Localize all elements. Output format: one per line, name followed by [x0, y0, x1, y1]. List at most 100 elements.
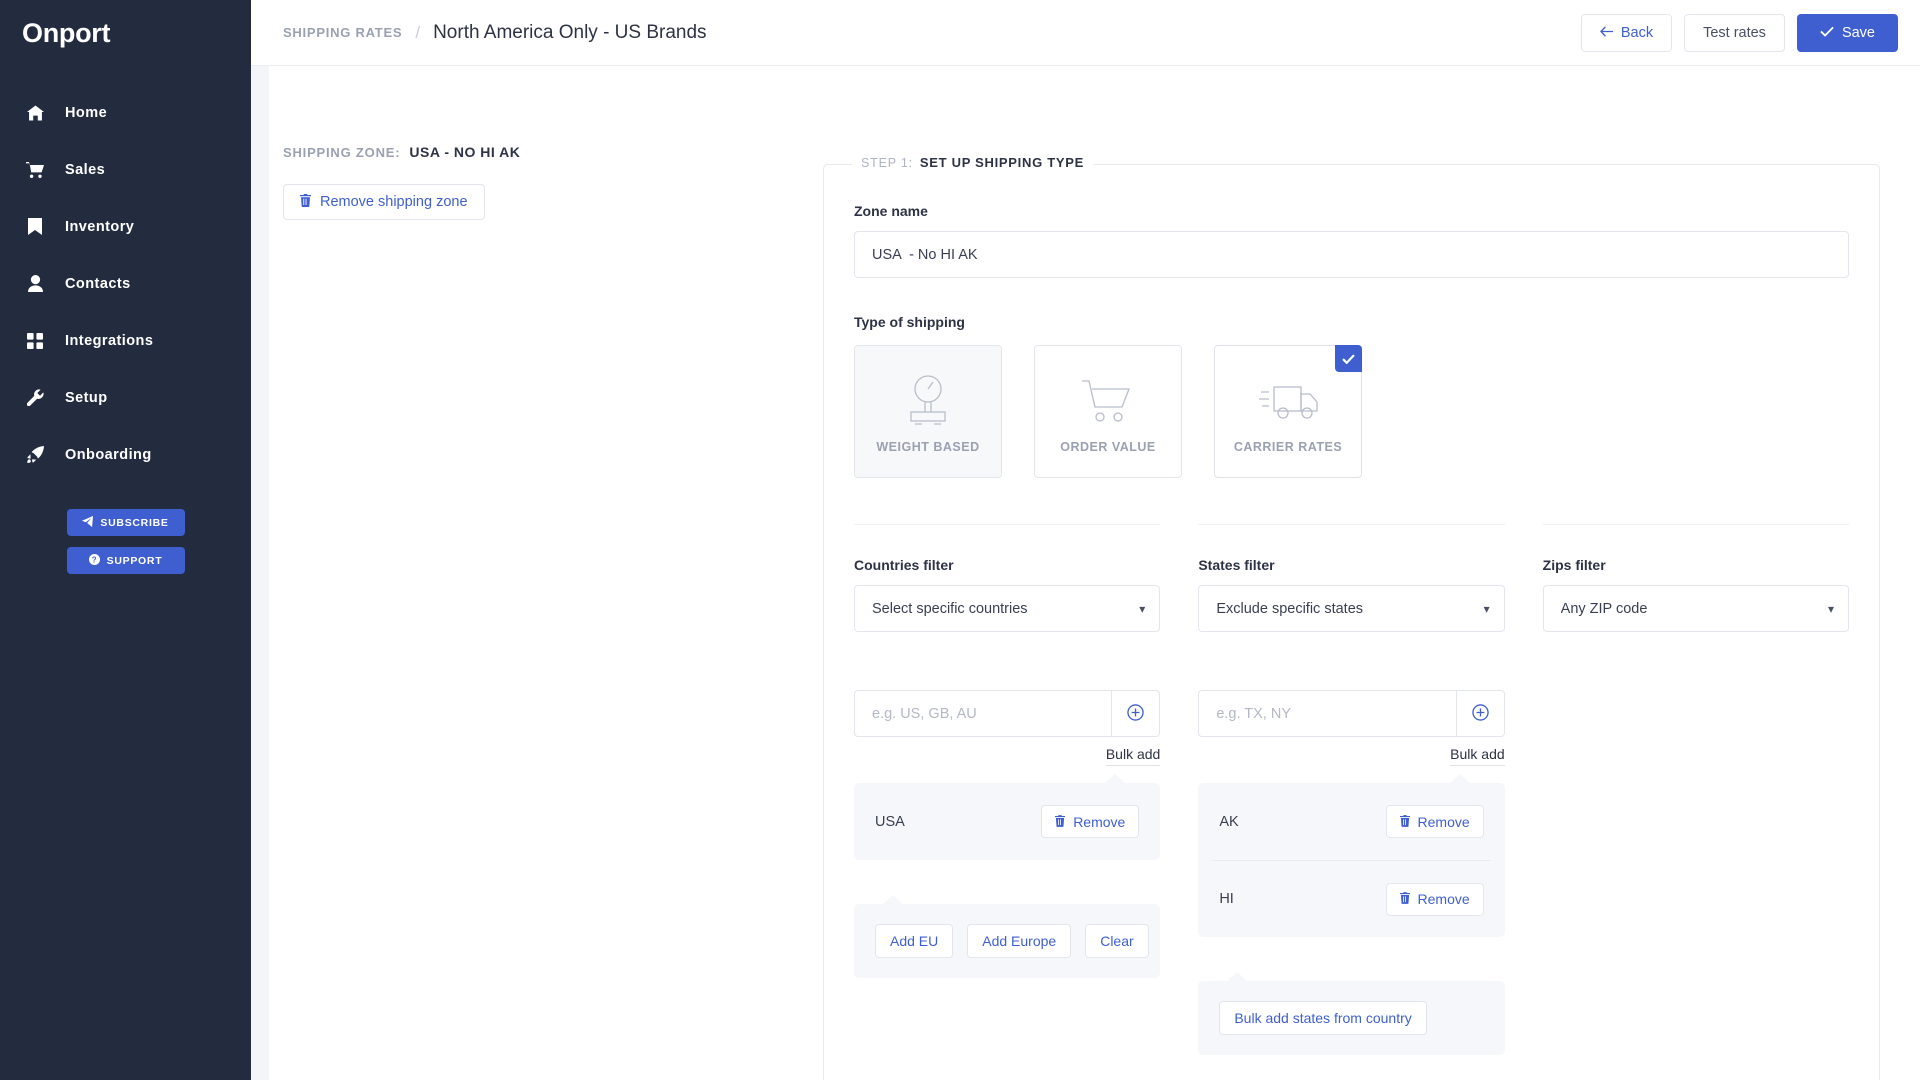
- selected-check-icon: [1335, 345, 1362, 372]
- shipping-type-label: WEIGHT BASED: [876, 440, 980, 454]
- state-add-row: [1198, 690, 1505, 737]
- sidebar-item-contacts[interactable]: Contacts: [0, 255, 251, 312]
- divider: [1542, 524, 1849, 525]
- zips-filter-label: Zips filter: [1542, 557, 1606, 573]
- bookmark-icon: [24, 217, 46, 237]
- list-item: USA Remove: [868, 783, 1146, 860]
- zips-filter-select[interactable]: Any ZIP code: [1542, 585, 1849, 632]
- breadcrumb-root[interactable]: SHIPPING RATES: [283, 25, 402, 40]
- home-icon: [24, 103, 46, 123]
- scale-icon: [902, 368, 954, 434]
- trash-icon: [1055, 814, 1066, 830]
- subscribe-label: SUBSCRIBE: [100, 516, 169, 529]
- truck-icon: [1257, 368, 1319, 434]
- plus-circle-icon: [1127, 703, 1145, 724]
- person-icon: [24, 274, 46, 294]
- breadcrumb-separator: /: [415, 22, 421, 42]
- sidebar-item-label: Setup: [65, 389, 108, 406]
- arrow-left-icon: [1599, 25, 1613, 41]
- zone-name-label: Zone name: [854, 203, 928, 219]
- countries-filter-column: Countries filter Select specific countri…: [854, 524, 1161, 1055]
- type-of-shipping-label: Type of shipping: [854, 314, 965, 330]
- page-title: North America Only - US Brands: [433, 21, 707, 43]
- list-item: HI Remove: [1212, 860, 1491, 937]
- state-code-input[interactable]: [1198, 690, 1456, 737]
- sidebar-item-setup[interactable]: Setup: [0, 369, 251, 426]
- remove-state-button[interactable]: Remove: [1385, 882, 1484, 916]
- support-button[interactable]: ? SUPPORT: [66, 547, 185, 574]
- rocket-icon: [24, 445, 46, 465]
- zone-name-field-group: Zone name: [854, 203, 1849, 278]
- states-action-buttons: Bulk add states from country: [1212, 981, 1490, 1055]
- trash-icon: [1399, 891, 1410, 907]
- back-button[interactable]: Back: [1580, 13, 1673, 52]
- states-list-panel: AK Remove HI Remove: [1198, 774, 1505, 937]
- country-code-input[interactable]: [854, 690, 1112, 737]
- remove-label: Remove: [1417, 813, 1470, 830]
- sidebar-item-label: Integrations: [65, 332, 154, 349]
- state-name: HI: [1219, 891, 1234, 907]
- remove-state-button[interactable]: Remove: [1385, 805, 1484, 838]
- clear-countries-button[interactable]: Clear: [1085, 924, 1149, 958]
- shipping-type-order-value[interactable]: ORDER VALUE: [1034, 345, 1182, 478]
- grid-icon: [24, 331, 46, 351]
- sidebar-item-label: Contacts: [65, 275, 131, 292]
- remove-country-button[interactable]: Remove: [1041, 805, 1140, 838]
- countries-filter-select[interactable]: Select specific countries: [854, 585, 1161, 632]
- add-country-button[interactable]: [1111, 690, 1161, 737]
- sidebar-actions: SUBSCRIBE ? SUPPORT: [0, 509, 251, 574]
- countries-bulk-add-link[interactable]: Bulk add: [1105, 746, 1161, 766]
- trash-icon: [300, 193, 311, 211]
- remove-shipping-zone-button[interactable]: Remove shipping zone: [283, 184, 485, 220]
- shipping-type-carrier-rates[interactable]: CARRIER RATES: [1214, 345, 1362, 478]
- app-root: Onport Home Sales Inventory Contacts Int…: [0, 0, 1920, 1080]
- sidebar-item-inventory[interactable]: Inventory: [0, 198, 251, 255]
- add-europe-button[interactable]: Add Europe: [967, 924, 1072, 958]
- countries-action-buttons: Add EU Add Europe Clear: [868, 904, 1149, 978]
- states-bulk-add-link[interactable]: Bulk add: [1450, 746, 1505, 766]
- zone-name-input[interactable]: [854, 231, 1849, 278]
- shipping-zone-value: USA - NO HI AK: [409, 144, 521, 160]
- sidebar-nav: Home Sales Inventory Contacts Integratio…: [0, 84, 251, 483]
- list-item: AK Remove: [1212, 783, 1490, 860]
- states-filter-select-wrap: Exclude specific states ▾: [1198, 585, 1505, 632]
- bulk-add-states-from-country-button[interactable]: Bulk add states from country: [1219, 1001, 1427, 1035]
- step-number: STEP 1:: [861, 156, 913, 170]
- add-eu-button[interactable]: Add EU: [875, 924, 954, 958]
- check-icon: [1820, 25, 1834, 41]
- states-filter-label: States filter: [1198, 557, 1275, 573]
- test-rates-button[interactable]: Test rates: [1684, 13, 1785, 52]
- shipping-zone-line: SHIPPING ZONE: USA - NO HI AK: [283, 144, 823, 160]
- zone-summary-column: SHIPPING ZONE: USA - NO HI AK Remove shi…: [251, 66, 823, 1080]
- sidebar-item-home[interactable]: Home: [0, 84, 251, 141]
- brand-logo[interactable]: Onport: [0, 0, 251, 66]
- zips-filter-select-wrap: Any ZIP code ▾: [1542, 585, 1849, 632]
- sidebar-item-label: Onboarding: [65, 446, 152, 463]
- step-column: STEP 1: SET UP SHIPPING TYPE Zone name T…: [823, 66, 1920, 1080]
- question-circle-icon: ?: [88, 553, 100, 568]
- countries-bulk-add-row: Bulk add: [854, 746, 1161, 766]
- sidebar-item-sales[interactable]: Sales: [0, 141, 251, 198]
- countries-actions-panel: Add EU Add Europe Clear: [854, 895, 1161, 978]
- sidebar-item-label: Home: [65, 104, 108, 121]
- sidebar-item-label: Inventory: [65, 218, 135, 235]
- save-button[interactable]: Save: [1796, 13, 1898, 52]
- subscribe-button[interactable]: SUBSCRIBE: [66, 509, 185, 536]
- shipping-type-weight-based[interactable]: WEIGHT BASED: [854, 345, 1002, 478]
- back-label: Back: [1620, 24, 1654, 41]
- countries-filter-select-wrap: Select specific countries ▾: [854, 585, 1161, 632]
- cart-icon: [24, 160, 46, 180]
- filters-row: Countries filter Select specific countri…: [854, 524, 1849, 1055]
- country-name: USA: [875, 813, 905, 830]
- shipping-type-cards: WEIGHT BASED ORDER VALUE CARRIER RATES: [854, 345, 1849, 478]
- remove-shipping-zone-label: Remove shipping zone: [320, 194, 468, 210]
- country-add-row: [854, 690, 1161, 737]
- sidebar-item-integrations[interactable]: Integrations: [0, 312, 251, 369]
- sidebar-item-onboarding[interactable]: Onboarding: [0, 426, 251, 483]
- add-state-button[interactable]: [1455, 690, 1505, 737]
- states-filter-select[interactable]: Exclude specific states: [1198, 585, 1505, 632]
- topbar-actions: Back Test rates Save: [1580, 13, 1898, 52]
- shipping-zone-label: SHIPPING ZONE:: [283, 145, 401, 160]
- sidebar-item-label: Sales: [65, 161, 106, 178]
- brand-name: Onport: [22, 17, 111, 48]
